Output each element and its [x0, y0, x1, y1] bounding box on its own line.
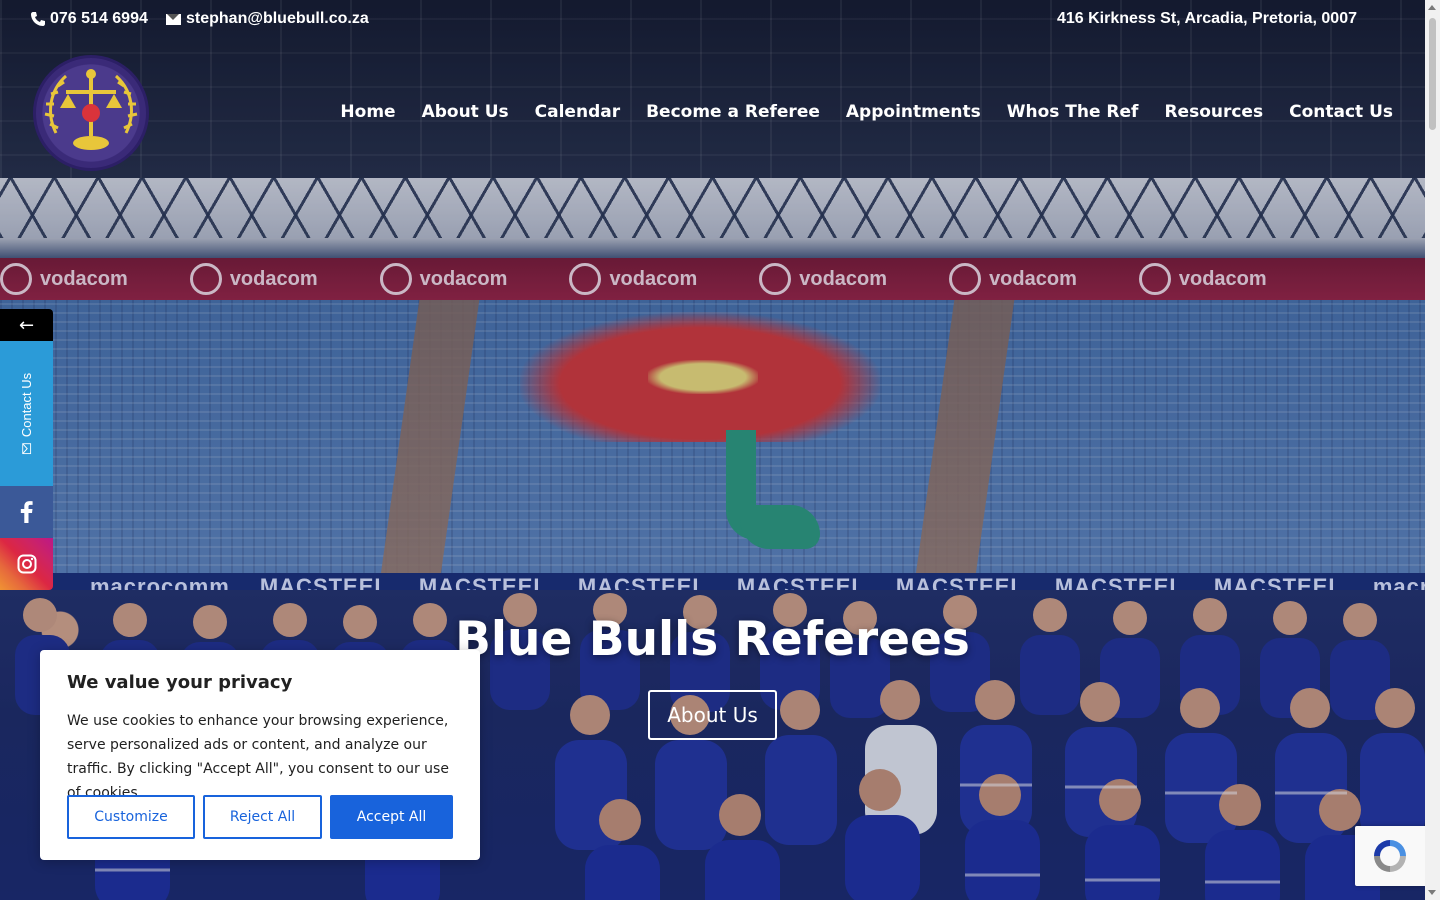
- cookie-consent-banner: We value your privacy We use cookies to …: [40, 650, 480, 860]
- reject-all-button[interactable]: Reject All: [203, 795, 322, 839]
- scrollbar-thumb[interactable]: [1429, 18, 1436, 130]
- scroll-down-arrow-icon[interactable]: [1428, 890, 1436, 895]
- site-logo[interactable]: [33, 55, 149, 171]
- cookie-text: We use cookies to enhance your browsing …: [67, 713, 449, 801]
- nav-whos-the-ref[interactable]: Whos The Ref: [1007, 102, 1139, 122]
- cookie-buttons: Customize Reject All Accept All: [67, 795, 453, 839]
- top-bar: 076 514 6994 stephan@bluebull.co.za 416 …: [0, 0, 1425, 42]
- main-nav: Home About Us Calendar Become a Referee …: [340, 102, 1393, 122]
- nav-calendar[interactable]: Calendar: [535, 102, 620, 122]
- envelope-icon: [22, 443, 31, 455]
- facebook-link[interactable]: [0, 486, 53, 538]
- envelope-icon: [166, 13, 181, 25]
- scales-emblem-icon: [44, 69, 138, 150]
- side-contact-label: Contact Us: [19, 372, 34, 438]
- scroll-up-arrow-icon[interactable]: [1428, 5, 1436, 10]
- about-us-button[interactable]: About Us: [648, 690, 777, 740]
- page-scrollbar[interactable]: [1425, 0, 1440, 900]
- nav-contact-us[interactable]: Contact Us: [1289, 102, 1393, 122]
- recaptcha-badge[interactable]: [1355, 826, 1425, 886]
- instagram-icon: [17, 554, 36, 574]
- nav-home[interactable]: Home: [340, 102, 395, 122]
- accept-all-button[interactable]: Accept All: [330, 795, 453, 839]
- phone-contact[interactable]: 076 514 6994: [30, 10, 148, 28]
- cookie-title: We value your privacy: [67, 672, 293, 693]
- customize-button[interactable]: Customize: [67, 795, 195, 839]
- side-contact-label-wrap: Contact Us: [19, 372, 34, 455]
- phone-icon: [31, 12, 45, 26]
- address: 416 Kirkness St, Arcadia, Pretoria, 0007: [1056, 10, 1357, 27]
- nav-about-us[interactable]: About Us: [422, 102, 509, 122]
- recaptcha-icon: [1374, 840, 1406, 872]
- nav-appointments[interactable]: Appointments: [846, 102, 981, 122]
- nav-become-a-referee[interactable]: Become a Referee: [646, 102, 820, 122]
- instagram-link[interactable]: [0, 538, 53, 590]
- side-bar-toggle[interactable]: ←: [0, 309, 53, 341]
- email-address: stephan@bluebull.co.za: [186, 10, 369, 27]
- facebook-icon: [20, 501, 33, 523]
- phone-number: 076 514 6994: [50, 10, 148, 27]
- side-contact-button[interactable]: Contact Us: [0, 341, 53, 486]
- nav-resources[interactable]: Resources: [1164, 102, 1263, 122]
- email-contact[interactable]: stephan@bluebull.co.za: [166, 10, 369, 28]
